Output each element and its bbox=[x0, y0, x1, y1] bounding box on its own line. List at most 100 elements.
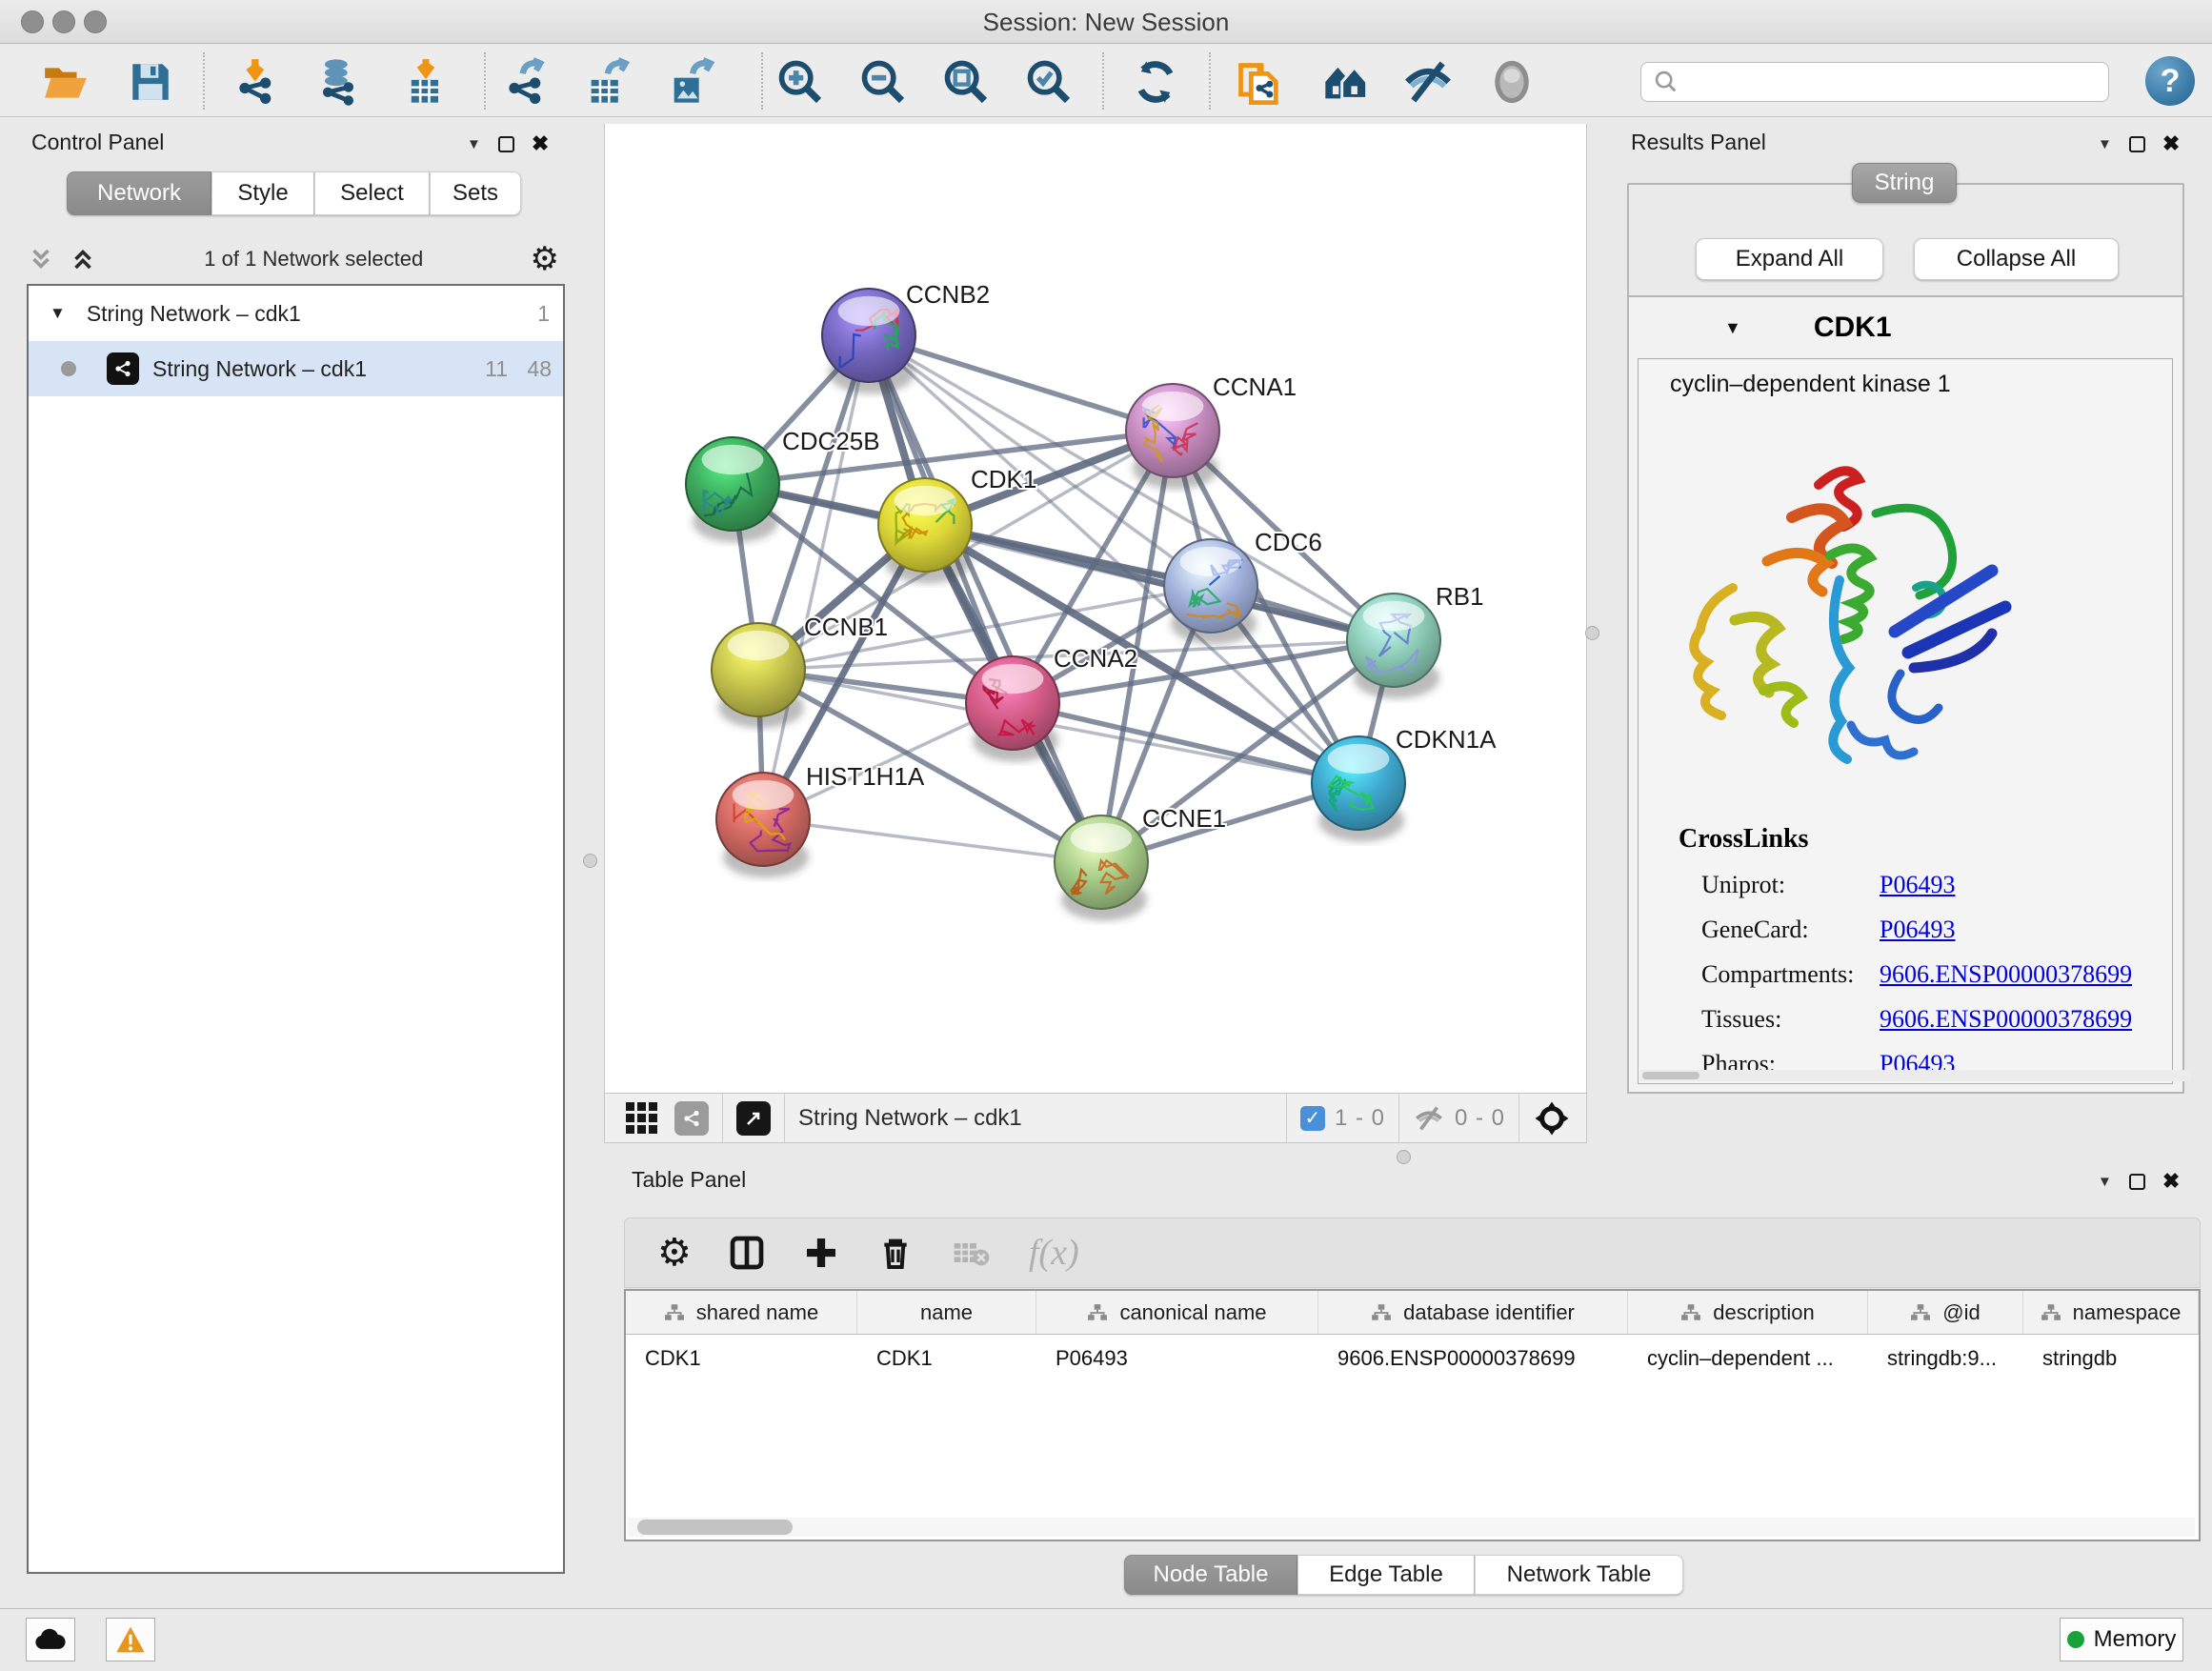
save-session-icon[interactable] bbox=[125, 56, 176, 108]
first-neighbors-icon[interactable] bbox=[1320, 56, 1372, 108]
close-panel-icon[interactable]: ✖ bbox=[2162, 131, 2180, 156]
grid-view-icon[interactable] bbox=[626, 1102, 657, 1134]
network-node-RB1[interactable]: RB1 bbox=[1347, 582, 1484, 698]
results-hscroll-thumb[interactable] bbox=[1642, 1072, 1699, 1079]
tab-network[interactable]: Network bbox=[67, 171, 211, 215]
cell-name[interactable]: CDK1 bbox=[857, 1335, 1036, 1382]
cell-description[interactable]: cyclin–dependent ... bbox=[1628, 1335, 1868, 1382]
network-options-gear-icon[interactable]: ⚙ bbox=[531, 240, 559, 278]
column-header-@id[interactable]: @id bbox=[1868, 1291, 2023, 1334]
close-panel-icon[interactable]: ✖ bbox=[532, 131, 549, 156]
cell-@id[interactable]: stringdb:9... bbox=[1868, 1335, 2023, 1382]
collection-expander-icon[interactable]: ▼ bbox=[50, 304, 66, 323]
panel-menu-icon[interactable]: ▼ bbox=[467, 136, 481, 152]
delete-table-icon bbox=[951, 1234, 993, 1272]
table-hscroll-thumb[interactable] bbox=[637, 1520, 793, 1535]
network-edge-CCNB2-CCNA1[interactable] bbox=[869, 335, 1173, 431]
import-network-from-file-icon[interactable] bbox=[231, 56, 283, 108]
tab-style[interactable]: Style bbox=[211, 171, 314, 215]
import-table-from-file-icon[interactable] bbox=[400, 56, 452, 108]
crosslink-label: GeneCard: bbox=[1701, 916, 1880, 944]
zoom-selected-icon[interactable] bbox=[1023, 56, 1075, 108]
help-button[interactable]: ? bbox=[2145, 56, 2195, 106]
show-columns-icon[interactable] bbox=[728, 1234, 766, 1272]
column-header-canonical-name[interactable]: canonical name bbox=[1036, 1291, 1318, 1334]
tab-edge-table[interactable]: Edge Table bbox=[1297, 1555, 1475, 1595]
network-canvas[interactable]: CCNB2CCNA1CDC25BCDK1CDC6RB1CCNB1CCNA2CDK… bbox=[604, 124, 1587, 1093]
zoom-in-icon[interactable] bbox=[774, 56, 826, 108]
float-panel-icon[interactable] bbox=[498, 136, 514, 152]
hide-selected-icon[interactable] bbox=[1402, 56, 1454, 108]
import-network-from-database-icon[interactable] bbox=[312, 56, 364, 108]
tab-sets[interactable]: Sets bbox=[430, 171, 521, 215]
table-hscrollbar[interactable] bbox=[628, 1518, 2195, 1537]
network-node-CDKN1A[interactable]: CDKN1A bbox=[1312, 725, 1497, 841]
show-all-icon[interactable] bbox=[1486, 56, 1538, 108]
zoom-out-icon[interactable] bbox=[857, 56, 909, 108]
function-builder-icon: f(x) bbox=[1029, 1232, 1079, 1274]
network-node-CCNE1[interactable]: CCNE1 bbox=[1055, 804, 1226, 920]
tab-network-table[interactable]: Network Table bbox=[1475, 1555, 1683, 1595]
zoom-fit-icon[interactable] bbox=[940, 56, 992, 108]
protein-structure-image bbox=[1676, 426, 2041, 765]
network-edge-HIST1H1A-CCNE1[interactable] bbox=[763, 819, 1101, 862]
cloud-services-button[interactable] bbox=[26, 1618, 75, 1661]
network-node-CCNA1[interactable]: CCNA1 bbox=[1126, 372, 1297, 489]
column-header-database-identifier[interactable]: database identifier bbox=[1318, 1291, 1628, 1334]
clone-network-icon[interactable] bbox=[1234, 56, 1285, 108]
expand-all-icon[interactable] bbox=[69, 245, 97, 273]
panel-menu-icon[interactable]: ▼ bbox=[2098, 136, 2112, 152]
network-status-dot bbox=[61, 361, 76, 376]
crosslink-row: Compartments:9606.ENSP00000378699 bbox=[1701, 960, 2172, 989]
cell-namespace[interactable]: stringdb bbox=[2023, 1335, 2199, 1382]
apply-layout-icon[interactable] bbox=[1130, 56, 1181, 108]
crosslink-link[interactable]: 9606.ENSP00000378699 bbox=[1880, 960, 2132, 989]
export-network-icon[interactable] bbox=[501, 56, 553, 108]
toolbar-separator bbox=[484, 52, 486, 110]
table-row[interactable]: CDK1CDK1P064939606.ENSP00000378699cyclin… bbox=[626, 1335, 2199, 1382]
results-hscrollbar[interactable] bbox=[1640, 1070, 2191, 1081]
float-panel-icon[interactable] bbox=[2129, 136, 2145, 152]
column-header-shared-name[interactable]: shared name bbox=[626, 1291, 857, 1334]
network-node-CCNA2[interactable]: CCNA2 bbox=[966, 644, 1137, 761]
open-session-icon[interactable] bbox=[39, 56, 90, 108]
column-header-name[interactable]: name bbox=[857, 1291, 1036, 1334]
export-image-icon[interactable] bbox=[665, 56, 716, 108]
vertical-splitter-handle[interactable] bbox=[583, 854, 597, 868]
network-collection-row[interactable]: ▼ String Network – cdk1 1 bbox=[29, 286, 563, 341]
table-settings-gear-icon[interactable]: ⚙ bbox=[657, 1231, 692, 1275]
crosslink-link[interactable]: P06493 bbox=[1880, 916, 1955, 944]
add-column-icon[interactable] bbox=[802, 1234, 840, 1272]
crosslink-link[interactable]: P06493 bbox=[1880, 871, 1955, 899]
tab-node-table[interactable]: Node Table bbox=[1124, 1555, 1297, 1595]
network-node-HIST1H1A[interactable]: HIST1H1A bbox=[716, 762, 925, 877]
birdseye-view-icon[interactable] bbox=[736, 1101, 771, 1136]
delete-column-icon[interactable] bbox=[876, 1234, 915, 1272]
gene-entry-header[interactable]: ▼ CDK1 bbox=[1629, 297, 2182, 358]
search-input[interactable] bbox=[1640, 62, 2109, 102]
node-label-CDC6: CDC6 bbox=[1255, 528, 1322, 556]
network-overview-share-icon[interactable] bbox=[674, 1101, 709, 1136]
network-row-selected[interactable]: String Network – cdk1 11 48 bbox=[29, 341, 563, 396]
column-tree-icon bbox=[1910, 1302, 1931, 1323]
cell-canonical-name[interactable]: P06493 bbox=[1036, 1335, 1318, 1382]
network-node-CCNB2[interactable]: CCNB2 bbox=[822, 280, 990, 393]
warnings-button[interactable] bbox=[106, 1618, 155, 1661]
column-header-namespace[interactable]: namespace bbox=[2023, 1291, 2199, 1334]
export-table-icon[interactable] bbox=[582, 56, 633, 108]
memory-button[interactable]: Memory bbox=[2060, 1618, 2183, 1661]
pan-mode-icon[interactable] bbox=[1533, 1099, 1571, 1137]
panel-menu-icon[interactable]: ▼ bbox=[2098, 1174, 2112, 1190]
crosslink-link[interactable]: 9606.ENSP00000378699 bbox=[1880, 1005, 2132, 1034]
column-header-description[interactable]: description bbox=[1628, 1291, 1868, 1334]
tab-string[interactable]: String bbox=[1852, 163, 1957, 203]
cell-database-identifier[interactable]: 9606.ENSP00000378699 bbox=[1318, 1335, 1628, 1382]
expand-all-button[interactable]: Expand All bbox=[1696, 238, 1883, 280]
entry-expander-icon[interactable]: ▼ bbox=[1724, 318, 1741, 338]
float-panel-icon[interactable] bbox=[2129, 1174, 2145, 1190]
collapse-all-icon[interactable] bbox=[27, 245, 55, 273]
collapse-all-button[interactable]: Collapse All bbox=[1914, 238, 2119, 280]
cell-shared-name[interactable]: CDK1 bbox=[626, 1335, 857, 1382]
tab-select[interactable]: Select bbox=[314, 171, 430, 215]
close-panel-icon[interactable]: ✖ bbox=[2162, 1169, 2180, 1194]
